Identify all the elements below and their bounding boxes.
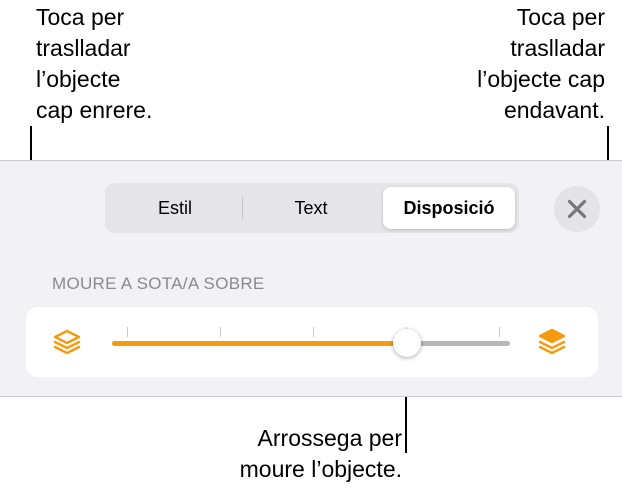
callout-bring-forward: Toca per traslladar l’objecte cap endava… bbox=[477, 4, 605, 123]
format-panel: Estil Text Disposició MOURE A SOTA/A SOB… bbox=[0, 160, 622, 397]
slider-tick bbox=[499, 327, 500, 337]
slider-track-fill bbox=[112, 341, 407, 346]
slider-thumb[interactable] bbox=[392, 329, 421, 357]
callout-drag-slider: Arrossega per moure l’objecte. bbox=[239, 425, 402, 482]
callout-send-backward: Toca per traslladar l’objecte cap enrere… bbox=[36, 4, 153, 123]
section-label-move: MOURE A SOTA/A SOBRE bbox=[52, 274, 265, 293]
slider-tick bbox=[127, 327, 128, 337]
send-backward-icon[interactable] bbox=[52, 328, 82, 363]
tab-segmented-control: Estil Text Disposició bbox=[105, 183, 519, 233]
close-button[interactable] bbox=[554, 186, 600, 232]
close-icon bbox=[567, 199, 587, 219]
tab-arrange[interactable]: Disposició bbox=[383, 187, 515, 229]
tab-style[interactable]: Estil bbox=[109, 187, 241, 229]
slider-tick bbox=[313, 327, 314, 337]
tab-divider bbox=[242, 197, 243, 219]
bring-forward-icon[interactable] bbox=[537, 327, 567, 362]
slider-track[interactable] bbox=[112, 341, 510, 346]
slider-tick bbox=[220, 327, 221, 337]
layer-slider-card bbox=[26, 307, 598, 377]
tab-text[interactable]: Text bbox=[245, 187, 377, 229]
